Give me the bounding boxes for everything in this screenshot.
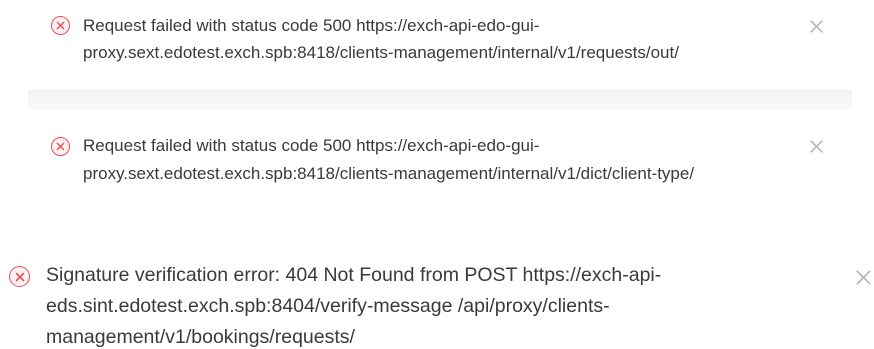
close-icon[interactable]	[806, 136, 826, 156]
error-circle-icon	[51, 137, 70, 156]
close-icon[interactable]	[806, 16, 826, 36]
notification-message: Request failed with status code 500 http…	[83, 12, 679, 66]
notification-stack: Request failed with status code 500 http…	[0, 0, 874, 349]
notification-message-line: Request failed with status code 500 http…	[83, 136, 540, 155]
error-notification: Request failed with status code 500 http…	[28, 110, 852, 210]
notification-message-line: Signature verification error: 404 Not Fo…	[46, 264, 662, 286]
notification-message-line: eds.sint.edotest.exch.spb:8404/verify-me…	[46, 295, 610, 317]
notification-message-line: proxy.sext.edotest.exch.spb:8418/clients…	[83, 43, 679, 62]
error-circle-icon	[9, 266, 30, 287]
error-notification: Signature verification error: 404 Not Fo…	[0, 250, 874, 349]
error-notification: Request failed with status code 500 http…	[28, 0, 852, 92]
notification-divider	[28, 90, 852, 110]
notification-message-line: Request failed with status code 500 http…	[83, 16, 540, 35]
notification-message: Request failed with status code 500 http…	[83, 132, 694, 188]
notification-message: Signature verification error: 404 Not Fo…	[46, 260, 661, 349]
notification-message-line: management/v1/bookings/requests/	[46, 326, 355, 348]
error-circle-icon	[51, 16, 70, 35]
close-icon[interactable]	[852, 266, 874, 288]
notification-message-line: proxy.sext.edotest.exch.spb:8418/clients…	[83, 164, 695, 183]
